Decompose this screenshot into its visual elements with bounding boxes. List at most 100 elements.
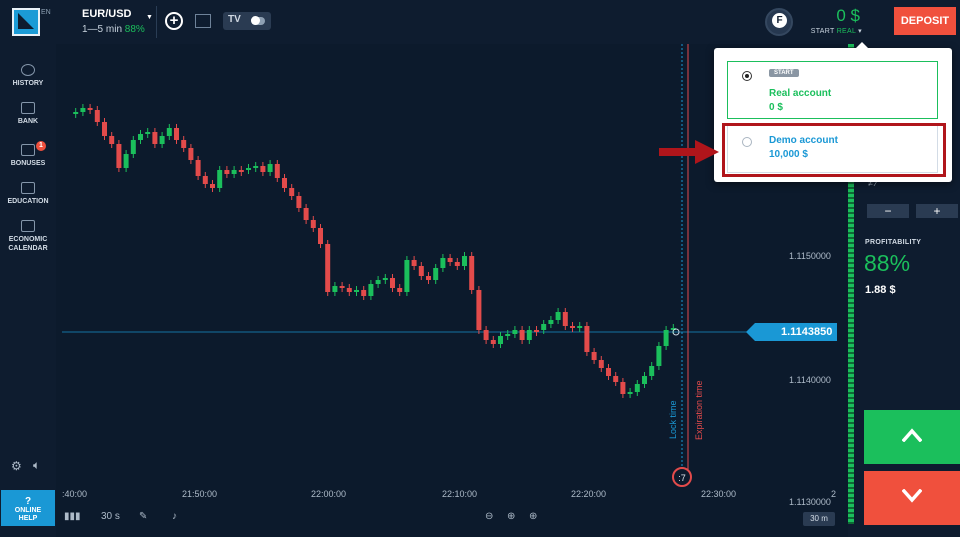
time-axis-label: 22:30:00 [701, 489, 737, 499]
tradingview-icon: TV [228, 14, 241, 25]
price-axis-label: 1.1140000 [789, 375, 831, 385]
candle-body [634, 384, 640, 392]
divider [156, 6, 157, 38]
timeframe-button[interactable]: 30 m [803, 512, 835, 526]
candle-body [231, 170, 237, 174]
candle-body [483, 330, 489, 340]
sidebar-item-history[interactable]: HISTORY [0, 64, 56, 88]
interval-selector[interactable]: 30 s [101, 511, 120, 522]
candle-body [390, 278, 395, 288]
candle-body [296, 196, 302, 208]
candle-body [159, 136, 165, 144]
sidebar-item-economic-calendar[interactable]: ECONOMIC CALENDAR [0, 220, 56, 253]
candle-body [123, 154, 129, 168]
zoom-in-icon[interactable]: ⊕ [529, 511, 537, 522]
time-axis-label: 22:20:00 [571, 489, 607, 499]
candle-body [310, 220, 316, 228]
candle-body [642, 376, 647, 384]
candle-body [656, 346, 662, 366]
real-account-option[interactable]: START Real account 0 $ [727, 61, 938, 119]
candle-body [260, 166, 266, 172]
gear-icon[interactable]: ⚙ [11, 459, 22, 473]
candle-body [368, 284, 374, 296]
candle-body [274, 164, 280, 178]
candle-body [462, 256, 467, 266]
call-up-button[interactable] [864, 410, 960, 464]
demo-highlight-box [722, 123, 946, 177]
layout-grid-icon[interactable] [195, 14, 211, 28]
candle-body [325, 244, 331, 292]
increase-amount-button[interactable]: + [916, 204, 958, 218]
candle-body [181, 140, 187, 148]
candle-body [447, 258, 453, 262]
countdown-text: :7 [678, 473, 686, 483]
real-account-name: Real account [769, 88, 832, 99]
asset-info: 1—5 min 88% [82, 24, 145, 35]
profitability-percent: 88% [864, 250, 911, 276]
candle-body [102, 122, 107, 136]
start-badge: START [769, 69, 799, 77]
profitability-label: PROFITABILITY [865, 239, 922, 246]
online-help-button[interactable]: ? ONLINE HELP [1, 490, 55, 526]
candle-body [570, 326, 575, 328]
language-selector[interactable]: EN [41, 9, 51, 16]
candle-body [346, 288, 352, 292]
sidebar-item-bank[interactable]: BANK [0, 102, 56, 126]
indicators-icon[interactable]: ♪ [172, 511, 177, 522]
candle-body [246, 168, 251, 170]
candle-body [598, 360, 604, 368]
zoom-out-icon[interactable]: ⊖ [485, 511, 493, 522]
candle-body [627, 392, 633, 394]
candle-body [526, 330, 532, 340]
candle-body [591, 352, 597, 360]
red-arrow-pointer [659, 140, 719, 164]
center-target-icon[interactable]: ⊕ [507, 511, 515, 522]
account-balance[interactable]: 0 $ [800, 6, 860, 26]
candle-body [188, 148, 194, 160]
candle-body [426, 276, 431, 280]
candle-body [361, 290, 367, 296]
candle-body [289, 188, 295, 196]
profitability-amount: 1.88 $ [865, 284, 896, 296]
put-down-button[interactable] [864, 471, 960, 525]
candle-body [433, 268, 439, 280]
candle-body [166, 128, 172, 136]
candle-body [174, 128, 179, 140]
candle-body [454, 262, 460, 266]
logo[interactable] [12, 8, 40, 36]
candle-body [282, 178, 287, 188]
notification-badge: 1 [36, 141, 46, 151]
candle-body [145, 132, 151, 134]
tradingview-toggle[interactable]: TV [223, 12, 271, 30]
candle-body [116, 144, 122, 168]
account-type-selector[interactable]: START REAL ▾ [800, 27, 862, 35]
question-icon: ? [24, 496, 32, 507]
avatar-letter: F [772, 13, 787, 28]
candle-body [555, 312, 561, 320]
candle-body [238, 170, 244, 172]
caret-down-icon: ▼ [146, 14, 153, 21]
time-axis-label: 22:00:00 [311, 489, 347, 499]
graduation-cap-icon [21, 182, 35, 194]
candle-body [469, 256, 475, 290]
candle-body [649, 366, 655, 376]
sidebar-item-bonuses[interactable]: 1 BONUSES [0, 141, 56, 168]
clock-icon [21, 64, 35, 76]
top-bar: EN EUR/USD ▼ 1—5 min 88% + TV F 0 $ STAR… [0, 0, 960, 44]
radio-selected[interactable] [742, 71, 752, 81]
draw-pencil-icon[interactable]: ✎ [139, 511, 147, 522]
chevron-down-icon [902, 489, 922, 503]
candle-body [267, 164, 273, 172]
time-axis-label: 22:10:00 [442, 489, 478, 499]
sidebar-item-education[interactable]: EDUCATION [0, 182, 56, 206]
deposit-button[interactable]: DEPOSIT [894, 7, 956, 35]
decrease-amount-button[interactable]: − [867, 204, 909, 218]
avatar[interactable]: F [765, 8, 793, 36]
chart-type-icon[interactable]: ▮▮▮ [64, 511, 81, 522]
candle-body [476, 290, 482, 330]
add-asset-button[interactable]: + [165, 12, 183, 30]
candle-body [548, 320, 554, 324]
candle-body [606, 368, 611, 376]
sound-icon[interactable]: 🔈︎ [33, 458, 40, 473]
asset-name: EUR/USD [82, 8, 132, 20]
